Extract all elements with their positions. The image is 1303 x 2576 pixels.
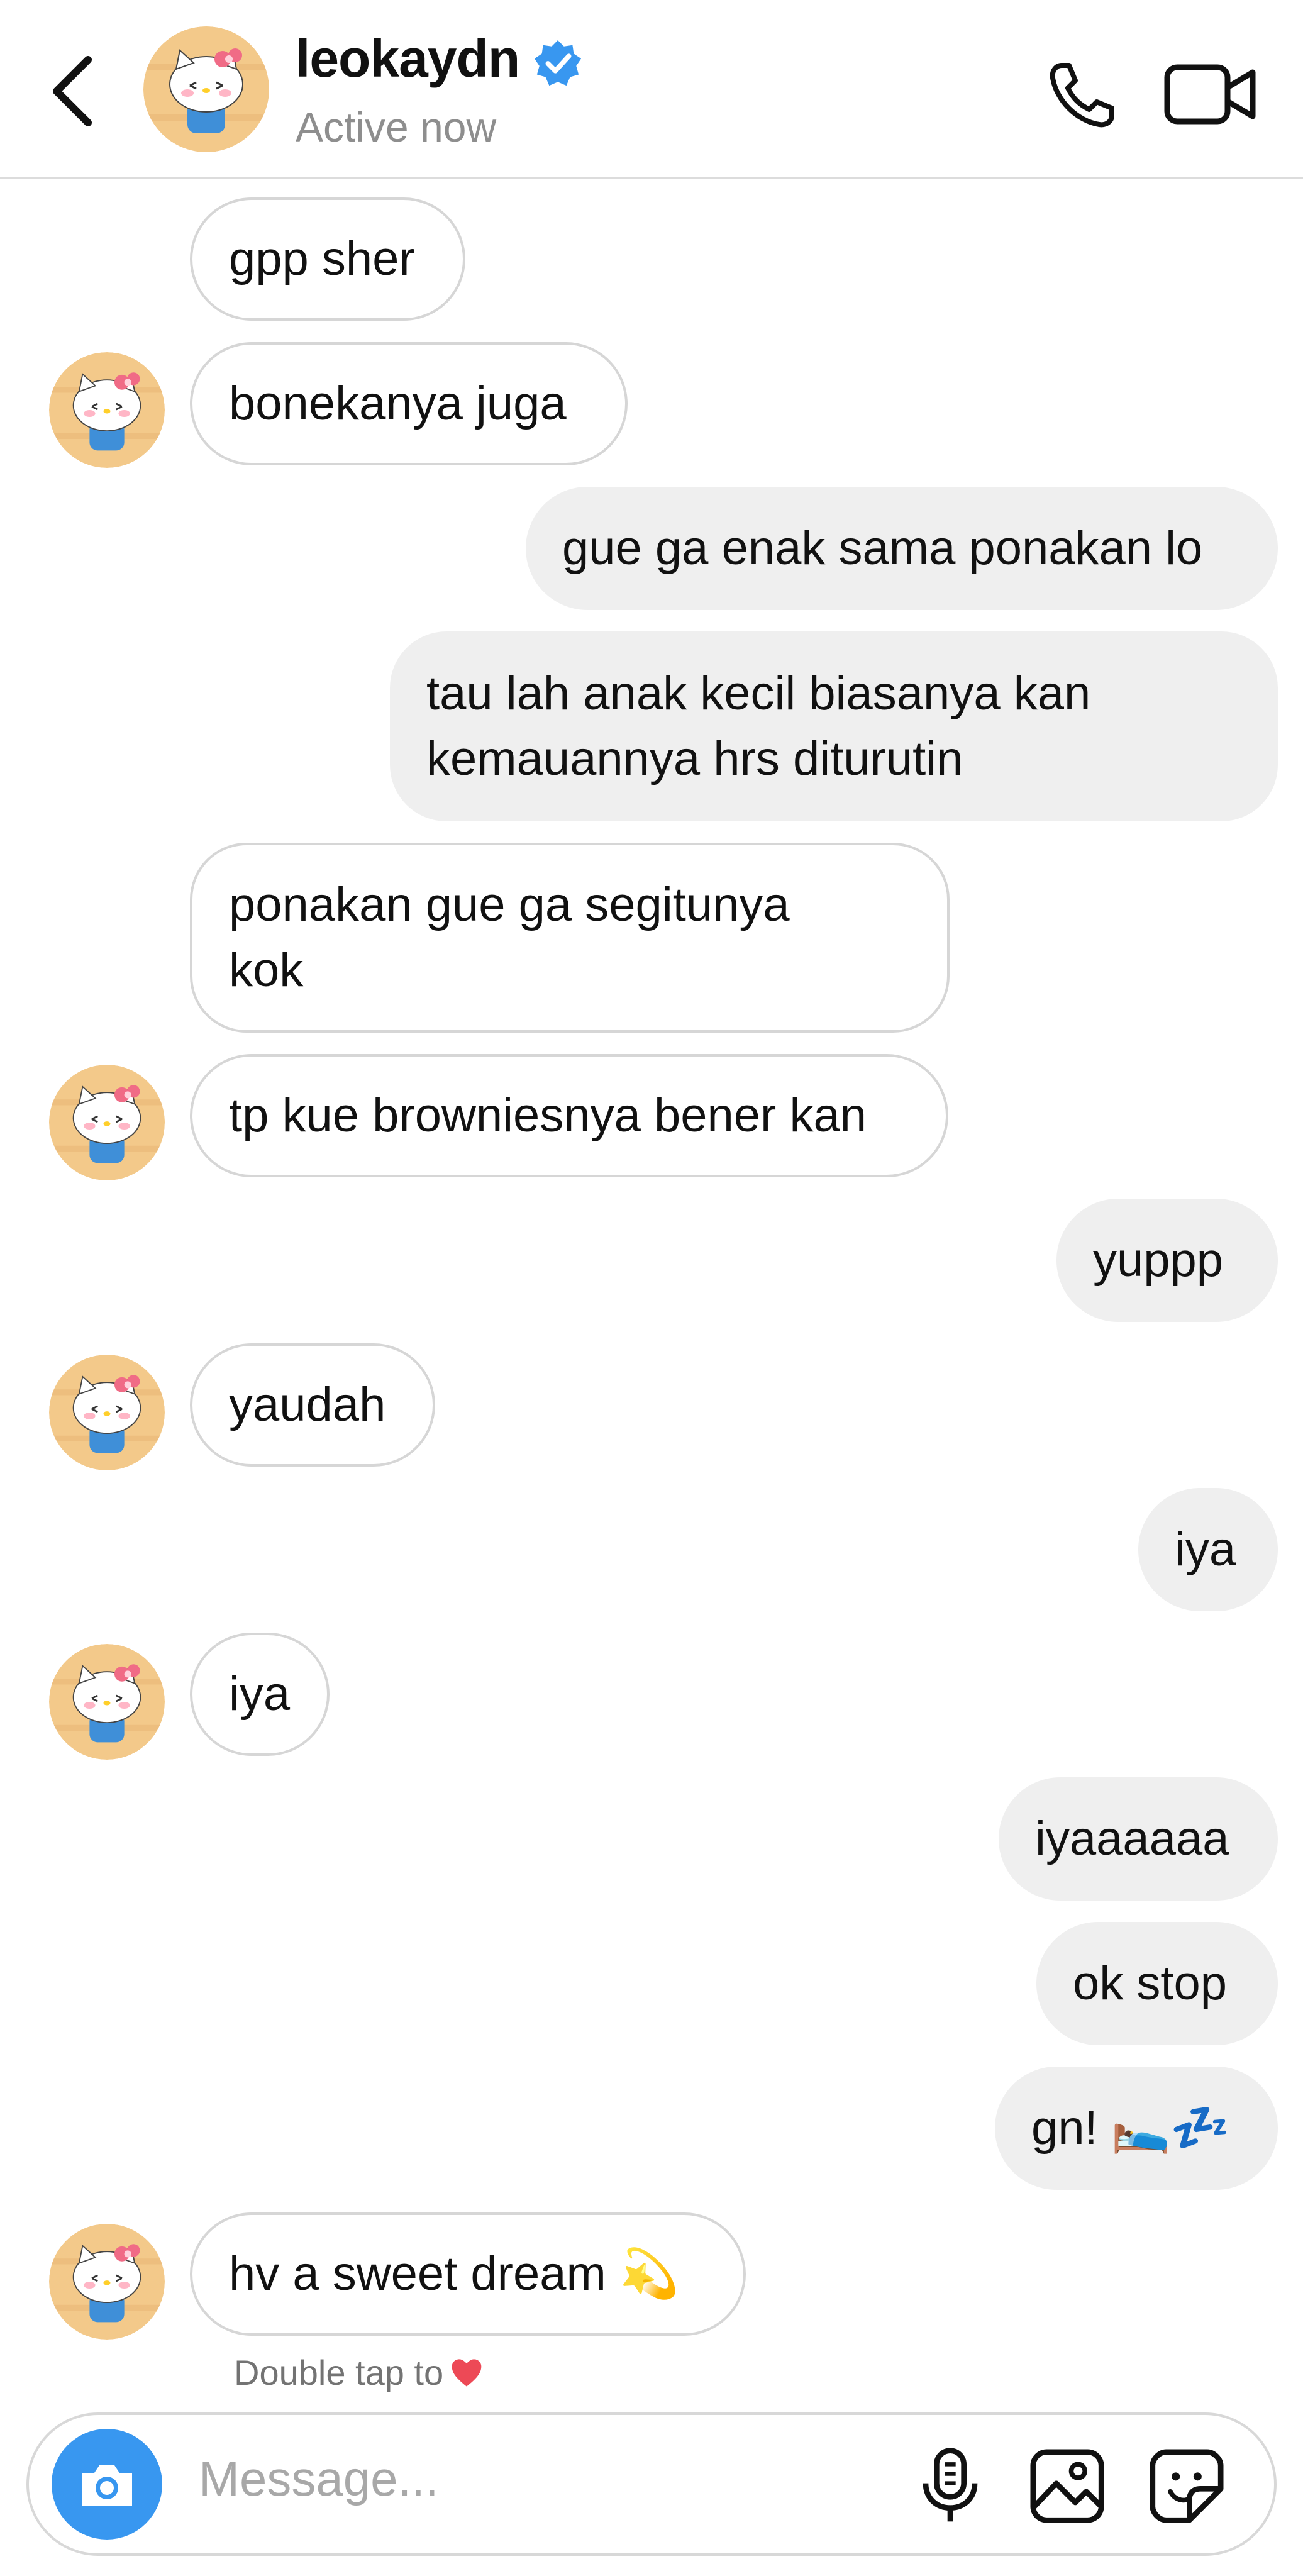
username[interactable]: leokaydn [296, 28, 520, 89]
message-outgoing[interactable]: iyaaaaaa [999, 1777, 1278, 1901]
message-outgoing[interactable]: gn! 🛌💤 [995, 2067, 1278, 2190]
active-status: Active now [296, 104, 497, 150]
message-incoming[interactable]: hv a sweet dream 💫 [190, 2212, 746, 2336]
message-outgoing[interactable]: tau lah anak kecil biasanya kan kemauann… [390, 631, 1278, 821]
message-incoming[interactable]: ponakan gue ga segitunya kok [190, 843, 950, 1033]
message-incoming[interactable]: yaudah [190, 1343, 435, 1467]
message-incoming[interactable]: iya [190, 1633, 330, 1756]
camera-icon [82, 2465, 132, 2506]
sender-avatar[interactable] [49, 1355, 165, 1470]
microphone-icon[interactable] [909, 2445, 991, 2527]
sender-avatar[interactable] [49, 1065, 165, 1180]
message-incoming[interactable]: tp kue browniesnya bener kan [190, 1054, 948, 1177]
header-avatar[interactable] [143, 26, 269, 152]
double-tap-hint: Double tap to [234, 2352, 484, 2393]
gallery-icon[interactable] [1026, 2445, 1108, 2527]
chat-header: leokaydn Active now [0, 0, 1303, 179]
back-icon[interactable] [44, 53, 101, 129]
message-incoming[interactable]: bonekanya juga [190, 342, 628, 465]
double-tap-hint-text: Double tap to [234, 2353, 444, 2392]
phone-icon[interactable] [1044, 58, 1119, 133]
message-outgoing[interactable]: gue ga enak sama ponakan lo [526, 487, 1278, 610]
sticker-icon[interactable] [1146, 2445, 1228, 2527]
message-composer[interactable]: Message... [26, 2412, 1277, 2556]
sender-avatar[interactable] [49, 352, 165, 468]
camera-button[interactable] [52, 2429, 162, 2540]
message-outgoing[interactable]: iya [1138, 1488, 1278, 1611]
message-incoming[interactable]: gpp sher [190, 197, 465, 321]
message-input[interactable]: Message... [199, 2450, 439, 2507]
heart-icon [452, 2359, 482, 2387]
verified-badge-icon [534, 40, 582, 86]
message-outgoing[interactable]: yuppp [1056, 1199, 1278, 1322]
video-camera-icon[interactable] [1163, 60, 1258, 129]
message-outgoing[interactable]: ok stop [1036, 1922, 1278, 2045]
sender-avatar[interactable] [49, 2224, 165, 2340]
sender-avatar[interactable] [49, 1644, 165, 1760]
